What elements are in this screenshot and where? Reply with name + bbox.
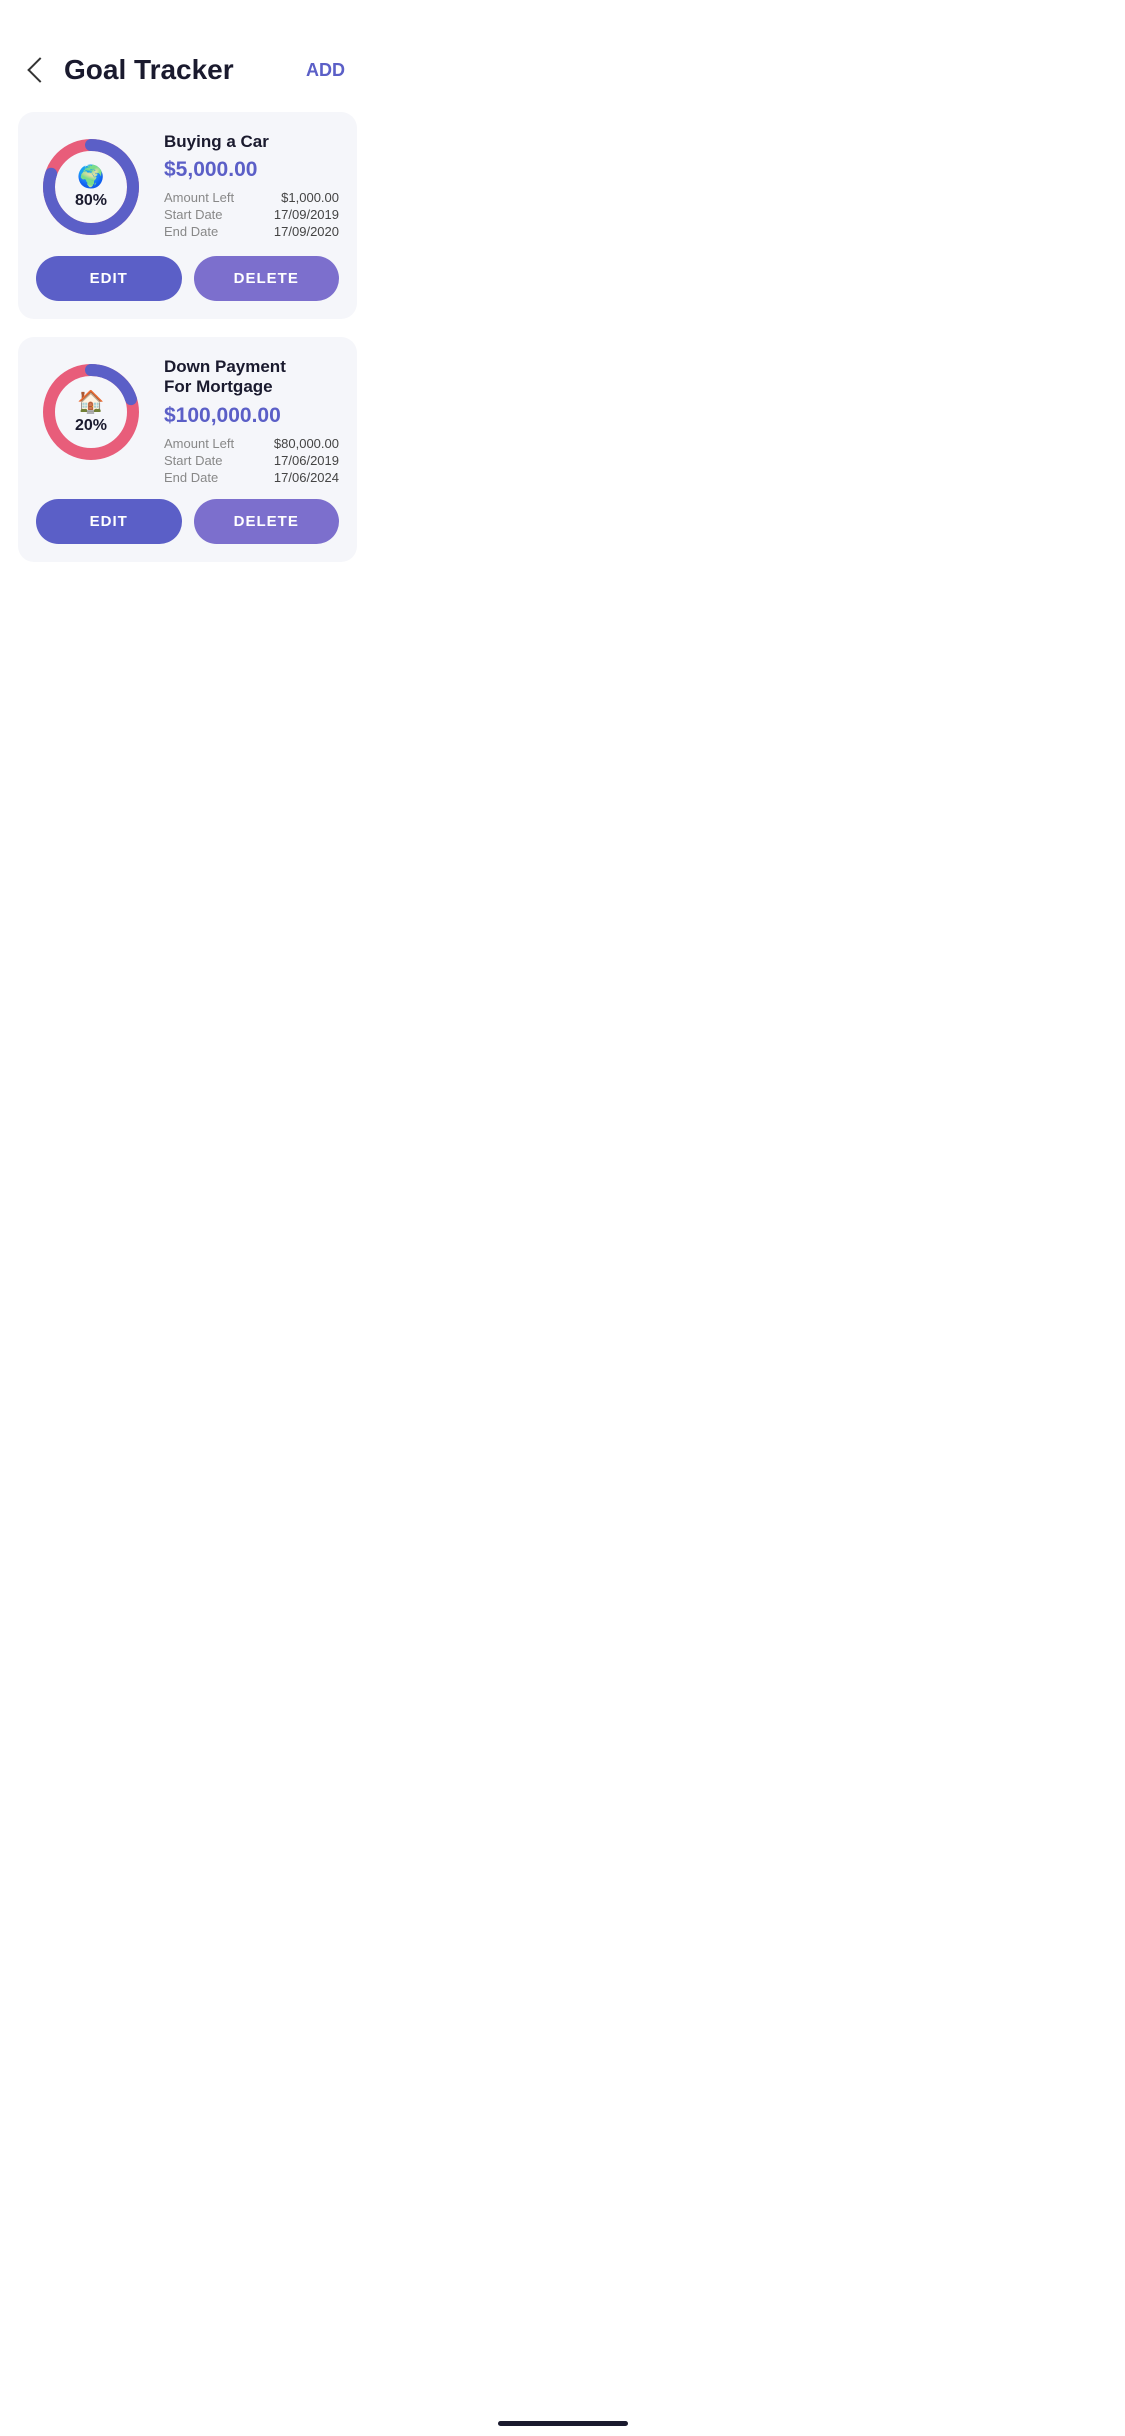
edit-button-2[interactable]: EDIT (36, 499, 182, 544)
detail-start-date-2: Start Date 17/06/2019 (164, 453, 339, 468)
donut-chart-2: 🏠 20% (36, 357, 146, 467)
detail-end-date-1: End Date 17/09/2020 (164, 224, 339, 239)
add-button[interactable]: ADD (298, 56, 353, 85)
goal-amount-1: $5,000.00 (164, 158, 339, 182)
goal-percent-1: 80% (75, 192, 107, 210)
goal-icon-1: 🌍 (77, 164, 104, 190)
detail-end-date-2: End Date 17/06/2024 (164, 470, 339, 485)
back-button[interactable] (22, 54, 54, 86)
goal-info-1: Buying a Car $5,000.00 Amount Left $1,00… (164, 132, 339, 239)
edit-button-1[interactable]: EDIT (36, 256, 182, 301)
goal-percent-2: 20% (75, 417, 107, 435)
goal-card-top-2: 🏠 20% Down Payment For Mortgage $100,000… (36, 357, 339, 485)
goals-list: 🌍 80% Buying a Car $5,000.00 Amount Left… (0, 102, 375, 572)
goal-info-2: Down Payment For Mortgage $100,000.00 Am… (164, 357, 339, 485)
goal-amount-2: $100,000.00 (164, 404, 339, 428)
goal-details-1: Amount Left $1,000.00 Start Date 17/09/2… (164, 190, 339, 239)
donut-chart-1: 🌍 80% (36, 132, 146, 242)
goal-name-2: Down Payment For Mortgage (164, 357, 339, 398)
header-left: Goal Tracker (22, 54, 234, 86)
detail-start-date-1: Start Date 17/09/2019 (164, 207, 339, 222)
goal-icon-2: 🏠 (77, 389, 104, 415)
header: Goal Tracker ADD (0, 0, 375, 102)
detail-amount-left-1: Amount Left $1,000.00 (164, 190, 339, 205)
donut-center-2: 🏠 20% (75, 389, 107, 435)
delete-button-2[interactable]: DELETE (194, 499, 340, 544)
goal-actions-1: EDIT DELETE (36, 256, 339, 301)
goal-card-top-1: 🌍 80% Buying a Car $5,000.00 Amount Left… (36, 132, 339, 242)
goal-card-2: 🏠 20% Down Payment For Mortgage $100,000… (18, 337, 357, 562)
page-title: Goal Tracker (64, 54, 234, 86)
goal-actions-2: EDIT DELETE (36, 499, 339, 544)
delete-button-1[interactable]: DELETE (194, 256, 340, 301)
donut-center-1: 🌍 80% (75, 164, 107, 210)
goal-card-1: 🌍 80% Buying a Car $5,000.00 Amount Left… (18, 112, 357, 319)
goal-name-1: Buying a Car (164, 132, 339, 152)
goal-details-2: Amount Left $80,000.00 Start Date 17/06/… (164, 436, 339, 485)
detail-amount-left-2: Amount Left $80,000.00 (164, 436, 339, 451)
back-arrow-icon (27, 57, 52, 82)
home-indicator (498, 2421, 628, 2426)
